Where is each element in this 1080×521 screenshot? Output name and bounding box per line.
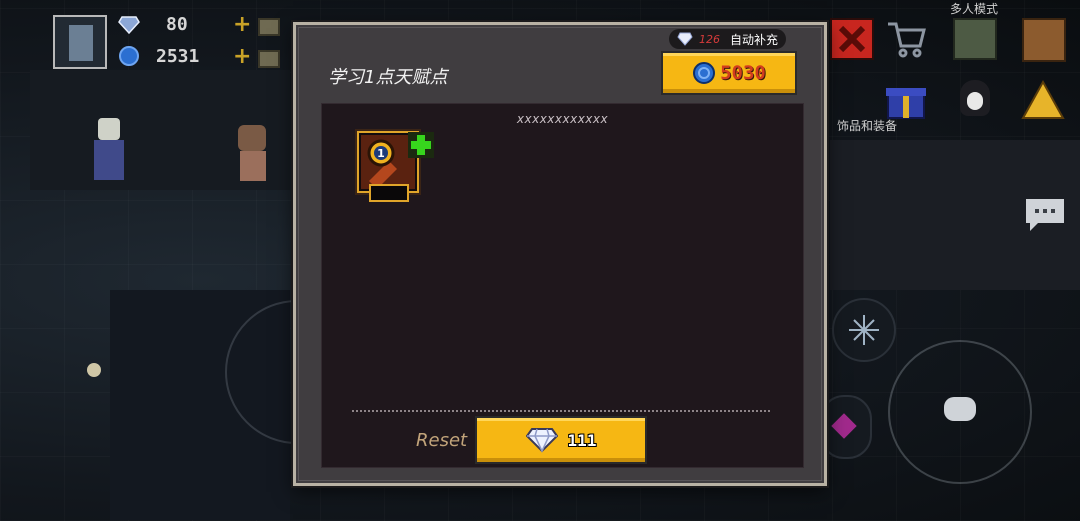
multiplayer-label[interactable]: 多人模式 [950,0,998,17]
talent-level-bar [369,184,409,202]
gem-icon [118,15,140,34]
coin-shop-icon[interactable] [258,50,280,68]
gift-icon[interactable] [884,78,928,122]
plus-icon[interactable] [407,131,435,159]
reset-cost: 111 [567,430,597,450]
chat-bubble-icon [944,397,976,421]
divider [352,410,770,412]
close-button[interactable] [830,18,874,60]
coin-icon [119,46,139,66]
snowflake-icon [849,315,879,345]
close-icon [838,25,866,53]
knight-character [92,118,126,184]
skill-button[interactable] [832,298,896,362]
attack-joystick[interactable] [888,340,1032,484]
add-gems-icon[interactable]: + [233,12,251,37]
weapon-switch-button[interactable] [820,395,872,459]
dialog-title: 学习1点天赋点 [328,67,448,88]
auto-refill-toggle[interactable]: 自动补充 [730,31,778,48]
gem-icon [525,428,558,453]
npc-character [232,125,272,185]
coin-icon [693,62,716,84]
accessories-label[interactable]: 饰品和装备 [837,117,897,134]
talent-panel: xxxxxxxxxxxx 1 Reset 111 [321,103,804,468]
gem-icon [677,32,693,46]
dialog-gem-count: 126 [699,32,720,46]
talent-description: xxxxxxxxxxxx [516,112,609,126]
chat-icon[interactable] [1022,195,1068,235]
talent-level: 1 [377,147,385,160]
learn-talent-button[interactable]: 5030 [661,51,797,95]
penguin-icon[interactable] [960,80,990,116]
settings-box-icon[interactable] [1022,18,1066,62]
add-coins-icon[interactable]: + [233,44,251,69]
cart-icon[interactable] [884,18,928,60]
gem-shop-icon[interactable] [258,18,280,36]
gem-count: 80 [166,14,188,35]
coin-count: 2531 [156,45,200,67]
gem-balance-pill: 126 自动补充 [669,29,787,49]
reset-button[interactable]: 111 [475,416,647,464]
learn-cost: 5030 [720,62,766,84]
warning-icon[interactable] [1020,78,1066,122]
reset-label: Reset [416,430,468,451]
player-avatar[interactable] [53,15,107,69]
floor-orb [87,363,101,377]
multiplayer-button[interactable] [953,18,997,60]
talent-slot[interactable]: 1 [357,131,434,202]
talent-dialog: 126 自动补充 学习1点天赋点 5030 xxxxxxxxxxxx 1 Res… [293,22,827,486]
